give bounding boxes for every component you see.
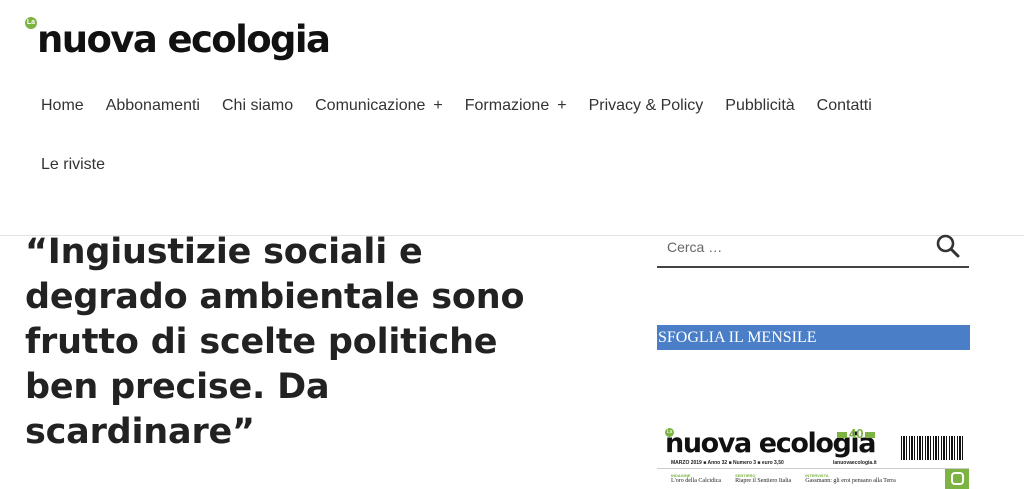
expand-plus-icon[interactable]: +	[433, 97, 442, 114]
site-header: La nuova ecologia Home Abbonamenti Chi s…	[0, 0, 1024, 236]
sfoglia-mensile-banner[interactable]: SFOGLIA IL MENSILE	[657, 325, 970, 350]
nav-item-home[interactable]: Home	[41, 97, 84, 115]
nav-label: Pubblicità	[725, 97, 795, 114]
nav-item-pubblicita[interactable]: Pubblicità	[725, 97, 794, 115]
cover-headline-text: L'oro della Calcidica	[671, 478, 722, 484]
nav-item-formazione[interactable]: Formazione +	[465, 97, 567, 115]
logo-text: nuova ecologia	[37, 18, 331, 61]
title-line: “Ingiustizie sociali e	[25, 232, 423, 272]
nav-label: Contatti	[816, 97, 872, 114]
cover-url: lanuovaecologia.it	[833, 460, 877, 466]
cover-corner-icon	[945, 469, 969, 489]
magazine-cover[interactable]: La nuova ecologia 40 MARZO 2019 ■ Anno 3…	[657, 426, 969, 489]
expand-plus-icon[interactable]: +	[557, 97, 566, 114]
cover-headline: SENTIERO Riapre il Sentiero Italia	[735, 473, 791, 484]
search-input[interactable]	[667, 239, 927, 255]
nav-row-1: Home Abbonamenti Chi siamo Comunicazione…	[41, 94, 921, 118]
cover-headline-text: Gassmann: gli eroi pensano alla Terra	[805, 478, 896, 484]
nav-item-chi-siamo[interactable]: Chi siamo	[222, 97, 293, 115]
cover-headline-tag: INTERVISTA	[805, 473, 829, 478]
nav-item-contatti[interactable]: Contatti	[817, 97, 872, 115]
sidebar: SFOGLIA IL MENSILE La nuova ecologia 40 …	[657, 228, 970, 489]
cover-issue-line: MARZO 2019 ■ Anno 32 ■ Numero 3 ■ euro 3…	[671, 460, 784, 466]
cover-anniversary: 40	[835, 426, 877, 441]
cover-headline: INDAGINE L'oro della Calcidica	[671, 473, 721, 484]
cover-headline-tag: SENTIERO	[735, 473, 756, 478]
cover-headline: INTERVISTA Gassmann: gli eroi pensano all…	[805, 473, 896, 484]
nav-row-2: Le riviste	[41, 153, 921, 177]
title-line: degrado ambientale sono	[25, 277, 525, 317]
nav-item-comunicazione[interactable]: Comunicazione +	[315, 97, 443, 115]
nav-label: Comunicazione	[315, 97, 426, 114]
title-line: frutto di scelte politiche	[25, 322, 498, 362]
nav-item-le-riviste[interactable]: Le riviste	[41, 156, 105, 174]
search-form	[657, 228, 969, 268]
nav-label: Abbonamenti	[105, 97, 200, 114]
nav-label: Formazione	[464, 97, 550, 114]
nav-label: Home	[41, 97, 84, 114]
site-logo[interactable]: La nuova ecologia	[25, 14, 331, 66]
nav-label: Privacy & Policy	[588, 97, 704, 114]
nav-item-abbonamenti[interactable]: Abbonamenti	[106, 97, 200, 115]
title-line: scardinare”	[25, 412, 255, 452]
article-title: “Ingiustizie sociali e degrado ambiental…	[25, 230, 625, 455]
barcode-image	[901, 436, 963, 460]
nav-item-privacy-policy[interactable]: Privacy & Policy	[589, 97, 704, 115]
cover-headline-tag: INDAGINE	[671, 473, 691, 478]
main-navigation: Home Abbonamenti Chi siamo Comunicazione…	[41, 94, 921, 177]
cover-headlines: INDAGINE L'oro della Calcidica SENTIERO Ri…	[657, 468, 969, 489]
logo-badge: La	[25, 17, 37, 29]
article-main: “Ingiustizie sociali e degrado ambiental…	[25, 230, 625, 455]
title-line: ben precise. Da	[25, 367, 330, 407]
cover-headline-text: Riapre il Sentiero Italia	[735, 478, 792, 484]
nav-label: Le riviste	[41, 156, 106, 173]
nav-label: Chi siamo	[221, 97, 294, 114]
search-icon[interactable]	[935, 233, 961, 259]
